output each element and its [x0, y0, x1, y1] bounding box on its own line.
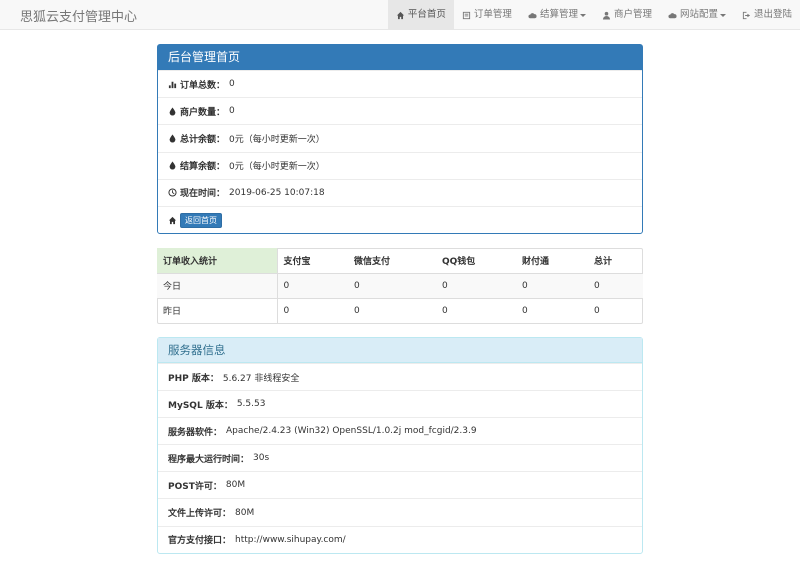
home-button-row: 返回首页 [158, 205, 642, 233]
main-nav: 平台首页 订单管理 结算管理 商户管理 网站配置 退出登陆 [387, 0, 800, 30]
admin-home-panel: 后台管理首页 订单总数： 0 商户数量： 0 总计余额： 0元（每小时更新一次） 结算… [157, 44, 643, 234]
table-cell: 0 [516, 297, 588, 323]
drop-icon [169, 134, 176, 143]
payment-api-link[interactable]: http://www.sihupay.com/ [235, 535, 346, 545]
total-balance-row: 总计余额： 0元（每小时更新一次） [158, 124, 642, 151]
table-row: 今日 0 0 0 0 0 [157, 272, 643, 298]
post-limit-row: POST许可： 80M [158, 471, 642, 498]
table-cell: 0 [277, 272, 348, 298]
table-cell: 0 [348, 297, 436, 323]
table-cell: 0 [588, 297, 643, 323]
table-header: 订单收入统计 [157, 248, 278, 273]
table-header: 总计 [594, 256, 613, 267]
table-cell: 昨日 [157, 297, 278, 323]
list-icon [462, 11, 471, 19]
logout-icon [742, 11, 751, 19]
table-header: 微信支付 [354, 256, 391, 267]
home-icon [168, 216, 177, 224]
current-time-row: 现在时间： 2019-06-25 10:07:18 [158, 178, 642, 206]
table-row: 昨日 0 0 0 0 0 [157, 297, 643, 323]
caret-down-icon [719, 13, 726, 17]
drop-icon [169, 161, 176, 170]
server-software-row: 服务器软件： Apache/2.4.23 (Win32) OpenSSL/1.0.… [158, 417, 642, 444]
caret-down-icon [579, 13, 586, 17]
order-count-row: 订单总数： 0 [158, 70, 642, 97]
table-header-row: 订单收入统计 支付宝 微信支付 QQ钱包 财付通 总计 [157, 248, 643, 273]
cloud-icon [668, 12, 677, 18]
server-info-panel: 服务器信息 PHP 版本： 5.6.27 非线程安全 MySQL 版本： 5.5.5… [157, 337, 643, 554]
table-cell: 0 [588, 272, 643, 298]
php-version-row: PHP 版本： 5.6.27 非线程安全 [158, 363, 642, 390]
table-header: 财付通 [522, 256, 550, 267]
table-cell: 0 [436, 297, 516, 323]
back-home-button[interactable]: 返回首页 [180, 212, 222, 228]
settlement-balance-row: 结算余额： 0元（每小时更新一次） [158, 151, 642, 179]
nav-logout[interactable]: 退出登陆 [734, 0, 800, 30]
max-exec-time-row: 程序最大运行时间： 30s [158, 444, 642, 471]
brand-title[interactable]: 思狐云支付管理中心 [20, 6, 137, 25]
nav-settlement[interactable]: 结算管理 [520, 0, 594, 30]
nav-orders[interactable]: 订单管理 [454, 0, 520, 30]
merchant-count-row: 商户数量： 0 [158, 97, 642, 124]
drop-icon [169, 107, 176, 116]
table-cell: 0 [277, 297, 348, 323]
cloud-icon [528, 12, 537, 18]
mysql-version-row: MySQL 版本： 5.5.53 [158, 390, 642, 417]
nav-site-config[interactable]: 网站配置 [660, 0, 734, 30]
panel-title: 后台管理首页 [158, 45, 642, 70]
table-header: QQ钱包 [442, 256, 476, 267]
table-cell: 0 [348, 272, 436, 298]
nav-merchants[interactable]: 商户管理 [594, 0, 660, 30]
nav-home[interactable]: 平台首页 [387, 0, 454, 30]
table-cell: 今日 [157, 272, 278, 298]
clock-icon [168, 188, 177, 197]
upload-limit-row: 文件上传许可： 80M [158, 498, 642, 525]
table-header: 支付宝 [283, 256, 311, 267]
payment-api-row: 官方支付接口： http://www.sihupay.com/ [158, 525, 642, 553]
table-cell: 0 [436, 272, 516, 298]
table-cell: 0 [516, 272, 588, 298]
home-icon [396, 11, 405, 19]
income-stats-table: 订单收入统计 支付宝 微信支付 QQ钱包 财付通 总计 今日 0 0 0 0 0… [157, 248, 643, 323]
top-navbar: 思狐云支付管理中心 平台首页 订单管理 结算管理 商户管理 网站配置 退出登陆 [0, 0, 800, 30]
user-icon [602, 11, 611, 20]
panel-title: 服务器信息 [158, 338, 642, 363]
bar-chart-icon [168, 81, 177, 88]
